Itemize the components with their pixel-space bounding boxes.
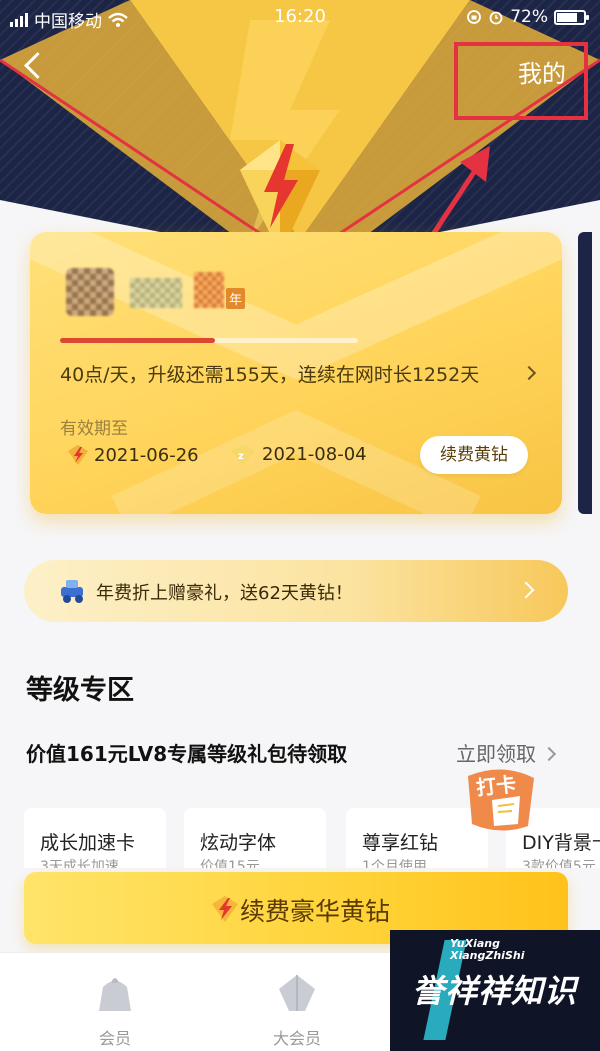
big-member-icon (279, 975, 315, 1011)
super-diamond-expiry: z 2021-08-04 (230, 444, 367, 465)
gift-tile[interactable]: 成长加速卡 3天成长加速 (24, 808, 166, 868)
annual-badge: 年 (226, 288, 246, 309)
checkin-label: 打卡 (475, 771, 518, 801)
section-title: 等级专区 (26, 675, 134, 706)
level-gift-text: 价值161元LV8专属等级礼包待领取 (26, 742, 348, 766)
avatar[interactable] (66, 268, 114, 316)
next-card-edge (578, 232, 592, 514)
watermark-cn: 誉祥祥知识 (412, 972, 578, 1010)
level-info-text: 40点/天，升级还需155天，连续在网时长1252天 (60, 364, 480, 386)
battery-percent: 72% (510, 7, 548, 27)
chevron-right-icon (517, 581, 535, 599)
member-crown-icon (99, 978, 131, 1011)
status-bar: 中国移动 16:20 72% (0, 0, 600, 34)
membership-card: 年 40点/天，升级还需155天，连续在网时长1252天 有效期至 2021-0… (30, 232, 562, 514)
alarm-icon (489, 11, 503, 25)
claim-now-link[interactable]: 立即领取 (456, 738, 557, 767)
nickname-blurred (130, 278, 182, 308)
annual-promo-banner[interactable]: 年费折上赠豪礼，送62天黄钻！ (24, 560, 568, 622)
watermark-logo: YuXiang XiangZhiShi 誉祥祥知识 (390, 930, 600, 1051)
promo-text: 年费折上赠豪礼，送62天黄钻！ (96, 583, 353, 604)
chevron-right-icon (521, 365, 537, 381)
lightning-diamond-icon (212, 896, 238, 922)
gift-car-icon (61, 580, 83, 603)
checkin-badge[interactable]: 打卡 (462, 766, 540, 836)
tab-big-member[interactable]: 大会员 (242, 963, 352, 1048)
renew-yellow-diamond-button[interactable]: 续费黄钻 (420, 436, 528, 474)
mine-label: 我的 (518, 60, 566, 88)
yellow-diamond-icon (68, 445, 88, 465)
mine-button[interactable]: 我的 (454, 42, 588, 120)
back-button[interactable] (20, 48, 50, 84)
chevron-right-icon (541, 746, 557, 762)
gift-tile[interactable]: 炫动字体 价值15元 (184, 808, 326, 868)
level-badge-icon (194, 272, 224, 308)
orientation-lock-icon (467, 10, 482, 24)
svg-text:z: z (238, 451, 244, 462)
super-diamond-icon: z (231, 444, 255, 465)
watermark-en: YuXiang XiangZhiShi (450, 937, 525, 962)
tab-member[interactable]: 会员 (60, 963, 170, 1048)
valid-until-label: 有效期至 (60, 419, 128, 439)
yellow-diamond-expiry: 2021-06-26 (66, 444, 199, 466)
battery-icon (554, 9, 589, 25)
level-progress-bar (60, 338, 358, 343)
level-info-row[interactable]: 40点/天，升级还需155天，连续在网时长1252天 (60, 360, 540, 390)
